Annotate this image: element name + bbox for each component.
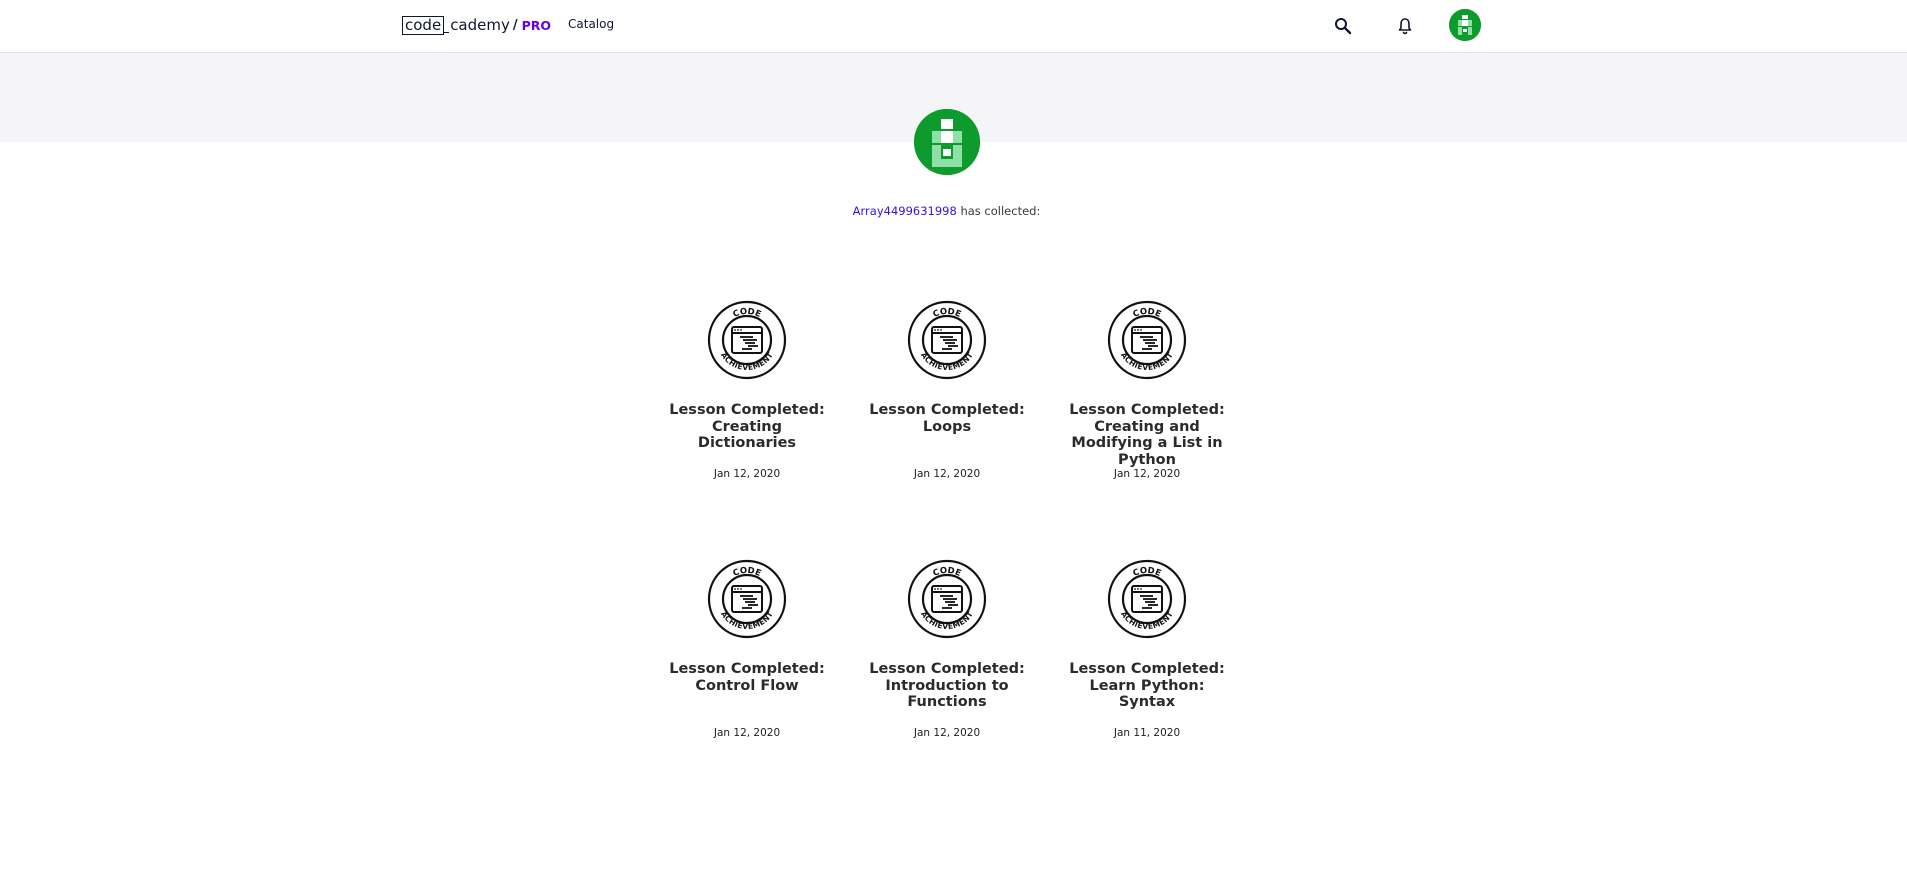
nav-catalog-link[interactable]: Catalog	[568, 17, 614, 31]
achievement-card[interactable]: CODE ACHIEVEMENT Lesson Completed: Introd…	[867, 559, 1027, 739]
avatar-pixel-icon	[914, 109, 980, 175]
logo-cademy: cademy	[450, 16, 510, 34]
achievement-date: Jan 12, 2020	[1113, 468, 1181, 480]
search-icon[interactable]	[1331, 14, 1355, 38]
achievement-card[interactable]: CODE ACHIEVEMENT Lesson Completed: Learn …	[1067, 559, 1227, 739]
code-achievement-badge-icon: CODEACHIEVEMENT	[1107, 300, 1187, 380]
achievement-title: Lesson Completed: Creating Dictionaries	[669, 402, 825, 451]
code-achievement-badge-icon: CODEACHIEVEMENT	[1107, 559, 1187, 639]
achievement-title: Lesson Completed: Introduction to Functi…	[869, 661, 1025, 710]
achievement-title: Lesson Completed: Learn Python: Syntax	[1069, 661, 1225, 710]
logo-slash: /	[512, 17, 518, 33]
user-avatar-button[interactable]	[1449, 9, 1481, 41]
achievement-date: Jan 12, 2020	[713, 468, 781, 480]
achievement-title: Lesson Completed: Control Flow	[669, 661, 825, 694]
achievement-card[interactable]: CODE ACHIEVEMENT Lesson Completed: Creati…	[667, 300, 827, 480]
achievement-title: Lesson Completed: Creating and Modifying…	[1069, 402, 1225, 468]
achievement-date: Jan 12, 2020	[913, 468, 981, 480]
achievement-date: Jan 12, 2020	[713, 727, 781, 739]
top-nav: code cademy / PRO Catalog	[0, 0, 1907, 53]
achievement-title: Lesson Completed: Loops	[869, 402, 1025, 435]
profile-avatar	[914, 109, 980, 175]
achievement-date: Jan 12, 2020	[913, 727, 981, 739]
bell-icon[interactable]	[1393, 14, 1417, 38]
achievement-date: Jan 11, 2020	[1113, 727, 1181, 739]
achievement-card[interactable]: CODE ACHIEVEMENT Lesson Completed: Creati…	[1067, 300, 1227, 480]
username-link[interactable]: Array4499631998	[853, 204, 957, 218]
achievement-card[interactable]: CODE ACHIEVEMENT Lesson Completed: Contro…	[667, 559, 827, 739]
codecademy-pro-logo[interactable]: code cademy / PRO	[402, 14, 551, 36]
collected-text: has collected:	[956, 204, 1041, 218]
logo-pro: PRO	[521, 17, 552, 33]
code-achievement-badge-icon: CODEACHIEVEMENT	[907, 300, 987, 380]
collected-heading: Array4499631998 has collected:	[0, 204, 1893, 218]
code-achievement-badge-icon: CODEACHIEVEMENT	[707, 300, 787, 380]
code-achievement-badge-icon: CODEACHIEVEMENT	[707, 559, 787, 639]
avatar-pixel-icon	[1449, 9, 1481, 41]
logo-cursor	[444, 18, 450, 33]
achievement-card[interactable]: CODE ACHIEVEMENT Lesson Completed: Loops …	[867, 300, 1027, 480]
code-achievement-badge-icon: CODEACHIEVEMENT	[907, 559, 987, 639]
logo-code-box: code	[402, 15, 445, 35]
